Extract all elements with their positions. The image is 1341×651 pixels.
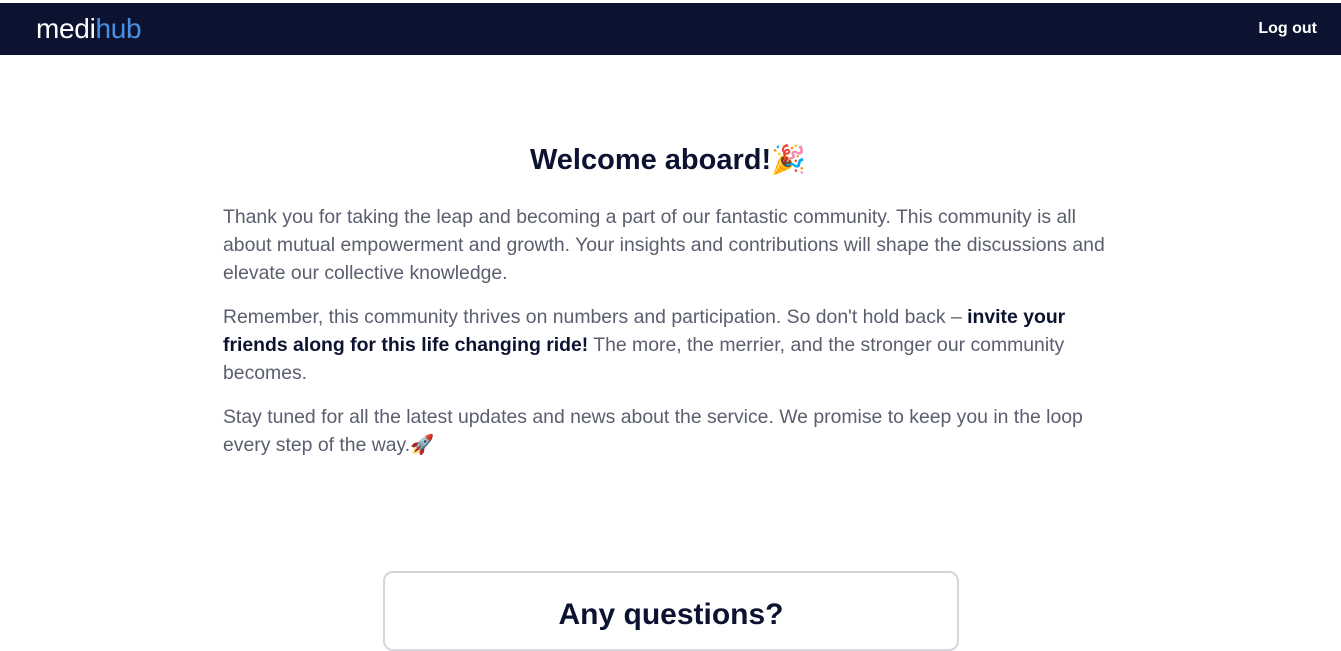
welcome-paragraph-2: Remember, this community thrives on numb… — [223, 303, 1123, 387]
logo-primary: medi — [36, 13, 96, 44]
welcome-paragraph-1: Thank you for taking the leap and becomi… — [223, 206, 1105, 284]
welcome-section: Welcome aboard!🎉 Thank you for taking th… — [223, 140, 1123, 459]
logout-button[interactable]: Log out — [1258, 19, 1317, 39]
welcome-paragraph-3: Stay tuned for all the latest updates an… — [223, 403, 1123, 459]
rocket-icon: 🚀 — [410, 434, 435, 456]
page-title-text: Welcome aboard! — [529, 144, 772, 176]
party-popper-icon: 🎉 — [771, 144, 807, 175]
questions-title: Any questions? — [558, 598, 784, 631]
navbar: medihub Log out — [0, 3, 1341, 55]
questions-card: Any questions? — [383, 571, 959, 651]
paragraph-3-text: Stay tuned for all the latest updates an… — [223, 406, 1083, 456]
logo-accent: hub — [95, 13, 142, 44]
page-title: Welcome aboard!🎉 — [223, 140, 1113, 180]
paragraph-2-start: Remember, this community thrives on numb… — [223, 306, 968, 328]
medihub-logo[interactable]: medihub — [36, 12, 142, 46]
